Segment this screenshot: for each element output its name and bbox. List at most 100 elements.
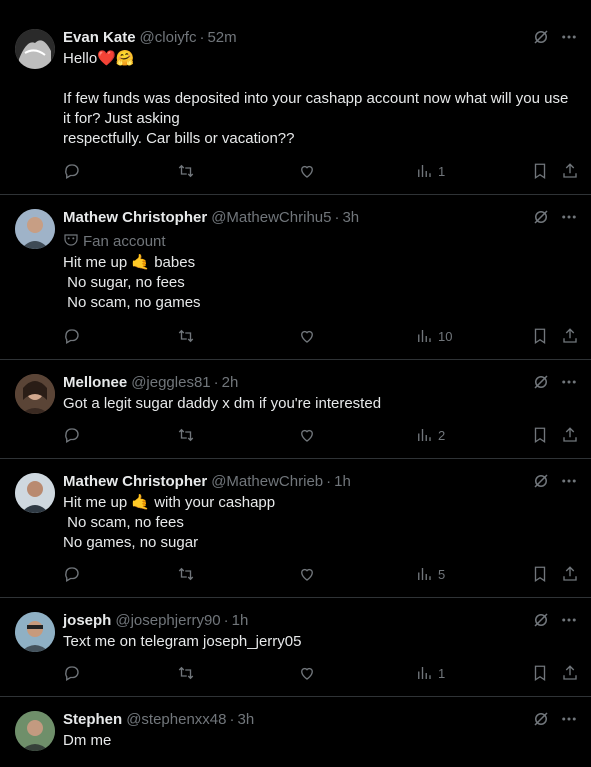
share-button[interactable] bbox=[561, 161, 579, 181]
like-button[interactable] bbox=[298, 663, 316, 683]
author-handle[interactable]: @stephenxx48 bbox=[126, 711, 226, 728]
reply-icon bbox=[65, 428, 79, 443]
bookmark-button[interactable] bbox=[531, 663, 549, 683]
post[interactable]: Evan Kate @cloiyfc · 52m Hello❤️🤗 If few… bbox=[0, 15, 591, 195]
bookmark-button[interactable] bbox=[531, 564, 549, 584]
bookmark-icon bbox=[534, 163, 546, 180]
share-icon bbox=[563, 328, 577, 343]
author-name[interactable]: Stephen bbox=[63, 711, 122, 728]
more-icon[interactable] bbox=[559, 372, 579, 392]
timestamp[interactable]: 3h bbox=[342, 209, 359, 226]
more-icon[interactable] bbox=[559, 610, 579, 630]
bookmark-icon bbox=[534, 566, 546, 583]
like-icon bbox=[301, 429, 313, 442]
more-icon[interactable] bbox=[559, 27, 579, 47]
share-icon bbox=[563, 163, 577, 178]
more-icon[interactable] bbox=[559, 709, 579, 729]
timestamp[interactable]: 2h bbox=[222, 374, 239, 391]
post-text: Dm me bbox=[63, 732, 112, 749]
post[interactable]: Mathew Christopher @MathewChrihu5 · 3h F… bbox=[0, 195, 591, 360]
reply-icon bbox=[65, 164, 79, 179]
post-actions: 2 bbox=[63, 425, 579, 445]
avatar[interactable] bbox=[15, 374, 55, 414]
author-handle[interactable]: @cloiyfc bbox=[140, 29, 197, 46]
views-button[interactable]: 5 bbox=[415, 564, 445, 584]
separator-dot: · bbox=[223, 611, 229, 629]
more-icon[interactable] bbox=[559, 471, 579, 491]
avatar[interactable] bbox=[15, 612, 55, 652]
retweet-button[interactable] bbox=[176, 161, 196, 181]
fan-account-text: Fan account bbox=[83, 232, 166, 250]
views-button[interactable]: 1 bbox=[415, 161, 445, 181]
views-button[interactable]: 1 bbox=[415, 663, 445, 683]
post[interactable]: Mathew Christopher @MathewChrieb · 1h Hi… bbox=[0, 459, 591, 598]
retweet-button[interactable] bbox=[176, 564, 196, 584]
reply-button[interactable] bbox=[63, 425, 81, 445]
like-icon bbox=[301, 568, 313, 581]
author-handle[interactable]: @josephjerry90 bbox=[115, 612, 220, 629]
like-button[interactable] bbox=[298, 161, 316, 181]
share-button[interactable] bbox=[561, 326, 579, 346]
reply-button[interactable] bbox=[63, 326, 81, 346]
share-button[interactable] bbox=[561, 564, 579, 584]
post[interactable]: joseph @josephjerry90 · 1h Text me on te… bbox=[0, 598, 591, 697]
author-name[interactable]: joseph bbox=[63, 612, 111, 629]
timestamp[interactable]: 52m bbox=[207, 29, 236, 46]
views-count: 1 bbox=[438, 665, 446, 681]
views-button[interactable]: 2 bbox=[415, 425, 445, 445]
grok-icon[interactable] bbox=[531, 372, 551, 392]
views-icon bbox=[418, 568, 431, 580]
author-handle[interactable]: @jeggles81 bbox=[131, 374, 210, 391]
like-icon bbox=[301, 330, 313, 343]
grok-icon[interactable] bbox=[531, 27, 551, 47]
avatar[interactable] bbox=[15, 209, 55, 249]
grok-icon[interactable] bbox=[531, 610, 551, 630]
bookmark-button[interactable] bbox=[531, 425, 549, 445]
share-button[interactable] bbox=[561, 663, 579, 683]
like-button[interactable] bbox=[298, 564, 316, 584]
post-text: Hit me up 🤙 babes No sugar, no fees No s… bbox=[63, 254, 201, 311]
reply-icon bbox=[65, 666, 79, 681]
avatar[interactable] bbox=[15, 711, 55, 751]
post[interactable]: Stephen @stephenxx48 · 3h Dm me bbox=[0, 697, 591, 767]
like-button[interactable] bbox=[298, 326, 316, 346]
retweet-button[interactable] bbox=[176, 663, 196, 683]
like-button[interactable] bbox=[298, 425, 316, 445]
author-name[interactable]: Mathew Christopher bbox=[63, 209, 207, 226]
reply-button[interactable] bbox=[63, 564, 81, 584]
retweet-button[interactable] bbox=[176, 326, 196, 346]
grok-icon[interactable] bbox=[531, 709, 551, 729]
views-count: 10 bbox=[438, 328, 453, 344]
retweet-icon bbox=[178, 164, 194, 178]
author-name[interactable]: Mellonee bbox=[63, 374, 127, 391]
reply-feed: Evan Kate @cloiyfc · 52m Hello❤️🤗 If few… bbox=[0, 15, 591, 767]
views-icon bbox=[418, 429, 431, 441]
avatar[interactable] bbox=[15, 473, 55, 513]
grok-icon[interactable] bbox=[531, 471, 551, 491]
post[interactable]: Mellonee @jeggles81 · 2h Got a legit sug… bbox=[0, 360, 591, 459]
author-handle[interactable]: @MathewChrieb bbox=[211, 473, 323, 490]
views-icon bbox=[418, 667, 431, 679]
avatar[interactable] bbox=[15, 29, 55, 69]
timestamp[interactable]: 1h bbox=[334, 473, 351, 490]
author-name[interactable]: Mathew Christopher bbox=[63, 473, 207, 490]
reply-button[interactable] bbox=[63, 161, 81, 181]
views-count: 1 bbox=[438, 163, 446, 179]
separator-dot: · bbox=[326, 472, 332, 490]
timestamp[interactable]: 1h bbox=[232, 612, 249, 629]
retweet-icon bbox=[178, 329, 194, 343]
separator-dot: · bbox=[229, 710, 235, 728]
reply-button[interactable] bbox=[63, 663, 81, 683]
author-handle[interactable]: @MathewChrihu5 bbox=[211, 209, 331, 226]
bookmark-button[interactable] bbox=[531, 161, 549, 181]
author-name[interactable]: Evan Kate bbox=[63, 29, 136, 46]
more-icon[interactable] bbox=[559, 207, 579, 227]
share-button[interactable] bbox=[561, 425, 579, 445]
bookmark-button[interactable] bbox=[531, 326, 549, 346]
views-button[interactable]: 10 bbox=[415, 326, 452, 346]
grok-icon[interactable] bbox=[531, 207, 551, 227]
post-text: Got a legit sugar daddy x dm if you're i… bbox=[63, 395, 382, 412]
retweet-button[interactable] bbox=[176, 425, 196, 445]
post-text: Text me on telegram joseph_jerry05 bbox=[63, 633, 302, 650]
timestamp[interactable]: 3h bbox=[237, 711, 254, 728]
